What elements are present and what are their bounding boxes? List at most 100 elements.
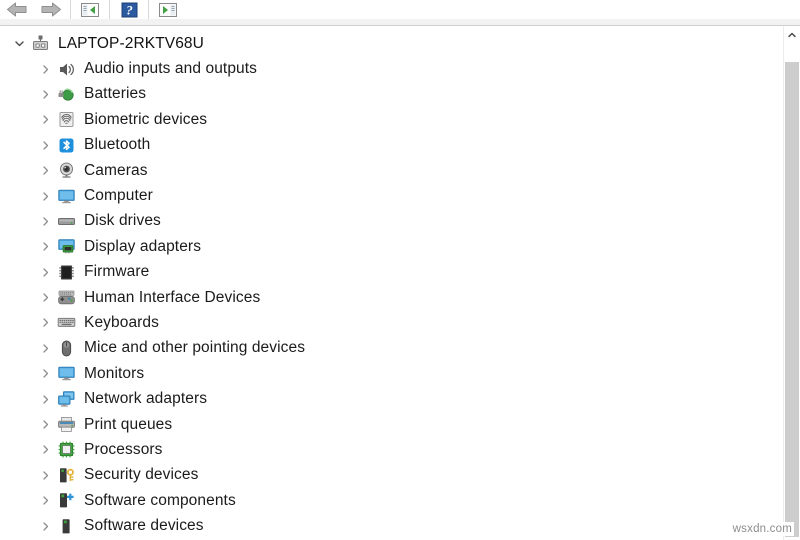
fingerprint-icon xyxy=(56,110,76,130)
scrollbar-thumb[interactable] xyxy=(785,62,799,537)
speaker-icon xyxy=(56,59,76,79)
chevron-right-icon[interactable] xyxy=(34,184,56,209)
chevron-right-icon[interactable] xyxy=(34,412,56,437)
chevron-right-icon[interactable] xyxy=(34,158,56,183)
firmware-chip-icon xyxy=(56,262,76,282)
tree-row-audio-inputs-and-outputs[interactable]: Audio inputs and outputs xyxy=(0,56,770,81)
mouse-icon xyxy=(56,338,76,358)
display-adapter-icon xyxy=(56,237,76,257)
chevron-right-icon[interactable] xyxy=(34,260,56,285)
tree-row-firmware[interactable]: Firmware xyxy=(0,260,770,285)
network-adapter-icon xyxy=(56,389,76,409)
scrollbar-track[interactable] xyxy=(784,43,800,540)
tree-item-label: Batteries xyxy=(84,85,147,103)
forward-button[interactable] xyxy=(34,0,68,19)
chevron-right-icon[interactable] xyxy=(34,209,56,234)
printer-icon xyxy=(56,415,76,435)
console-tree-icon xyxy=(81,2,99,17)
toolbar-separator xyxy=(109,0,110,19)
tree-row-human-interface-devices[interactable]: Human Interface Devices xyxy=(0,285,770,310)
help-question-icon: ? xyxy=(121,2,137,17)
tree-item-label: Display adapters xyxy=(84,237,202,255)
vertical-scrollbar[interactable] xyxy=(783,26,800,540)
disk-drive-icon xyxy=(56,211,76,231)
tree-item-label: Biometric devices xyxy=(84,110,208,128)
software-component-icon xyxy=(56,491,76,511)
bluetooth-icon xyxy=(56,135,76,155)
tree-item-label: Software devices xyxy=(84,517,204,535)
tree-row-monitors[interactable]: Monitors xyxy=(0,361,770,386)
tree-item-label: Human Interface Devices xyxy=(84,288,261,306)
chevron-right-icon[interactable] xyxy=(34,133,56,158)
show-hide-action-pane-button[interactable] xyxy=(151,0,185,19)
software-device-icon xyxy=(56,516,76,536)
chevron-right-icon[interactable] xyxy=(34,57,56,82)
chevron-right-icon[interactable] xyxy=(34,387,56,412)
tree-row-print-queues[interactable]: Print queues xyxy=(0,412,770,437)
chevron-right-icon[interactable] xyxy=(34,107,56,132)
tree-root-label: LAPTOP-2RKTV68U xyxy=(58,34,204,52)
tree-row-bluetooth[interactable]: Bluetooth xyxy=(0,133,770,158)
device-tree-panel: LAPTOP-2RKTV68U Audio inputs and outputs xyxy=(0,26,800,540)
computer-node-icon xyxy=(30,34,50,54)
tree-item-label: Audio inputs and outputs xyxy=(84,60,258,78)
forward-arrow-icon xyxy=(41,2,61,17)
tree-item-label: Firmware xyxy=(84,263,150,281)
chevron-right-icon[interactable] xyxy=(34,310,56,335)
back-arrow-icon xyxy=(7,2,27,17)
tree-item-label: Disk drives xyxy=(84,212,161,230)
toolbar: ? xyxy=(0,0,800,19)
tree-row-root[interactable]: LAPTOP-2RKTV68U xyxy=(0,31,770,56)
chevron-right-icon[interactable] xyxy=(34,285,56,310)
security-key-icon xyxy=(56,465,76,485)
back-button[interactable] xyxy=(0,0,34,19)
tree-row-keyboards[interactable]: Keyboards xyxy=(0,310,770,335)
tree-row-cameras[interactable]: Cameras xyxy=(0,158,770,183)
tree-item-label: Monitors xyxy=(84,364,145,382)
toolbar-separator xyxy=(70,0,71,19)
tree-item-label: Software components xyxy=(84,491,236,509)
monitor-icon xyxy=(56,364,76,384)
chevron-right-icon[interactable] xyxy=(34,234,56,259)
camera-icon xyxy=(56,161,76,181)
battery-plug-icon xyxy=(56,84,76,104)
watermark: wsxdn.com xyxy=(730,522,794,536)
svg-text:?: ? xyxy=(126,2,133,17)
chevron-right-icon[interactable] xyxy=(34,336,56,361)
tree-row-batteries[interactable]: Batteries xyxy=(0,82,770,107)
chevron-right-icon[interactable] xyxy=(34,361,56,386)
tree-item-label: Processors xyxy=(84,440,163,458)
tree-item-label: Bluetooth xyxy=(84,136,151,154)
chevron-right-icon[interactable] xyxy=(34,463,56,488)
tree-row-processors[interactable]: Processors xyxy=(0,437,770,462)
tree-row-security-devices[interactable]: Security devices xyxy=(0,463,770,488)
scrollbar-up-button[interactable] xyxy=(784,26,800,43)
keyboard-icon xyxy=(56,313,76,333)
tree-row-biometric-devices[interactable]: Biometric devices xyxy=(0,107,770,132)
tree-item-label: Network adapters xyxy=(84,390,208,408)
chevron-right-icon[interactable] xyxy=(34,514,56,539)
tree-row-display-adapters[interactable]: Display adapters xyxy=(0,234,770,259)
chevron-right-icon[interactable] xyxy=(34,82,56,107)
action-pane-icon xyxy=(159,2,177,17)
chevron-right-icon[interactable] xyxy=(34,437,56,462)
tree-row-network-adapters[interactable]: Network adapters xyxy=(0,386,770,411)
tree-row-computer[interactable]: Computer xyxy=(0,183,770,208)
monitor-icon xyxy=(56,186,76,206)
toolbar-separator xyxy=(148,0,149,19)
gamepad-icon xyxy=(56,288,76,308)
chevron-right-icon[interactable] xyxy=(34,488,56,513)
tree-item-label: Computer xyxy=(84,187,153,205)
processor-icon xyxy=(56,440,76,460)
help-button[interactable]: ? xyxy=(112,0,146,19)
tree-item-label: Security devices xyxy=(84,466,199,484)
tree-item-label: Keyboards xyxy=(84,313,160,331)
chevron-down-icon[interactable] xyxy=(8,31,30,56)
tree-row-software-devices[interactable]: Software devices xyxy=(0,513,770,538)
tree-row-mice-and-other-pointing-devices[interactable]: Mice and other pointing devices xyxy=(0,336,770,361)
tree-item-label: Mice and other pointing devices xyxy=(84,339,306,357)
tree-item-label: Cameras xyxy=(84,161,148,179)
tree-row-software-components[interactable]: Software components xyxy=(0,488,770,513)
show-hide-console-tree-button[interactable] xyxy=(73,0,107,19)
tree-row-disk-drives[interactable]: Disk drives xyxy=(0,209,770,234)
